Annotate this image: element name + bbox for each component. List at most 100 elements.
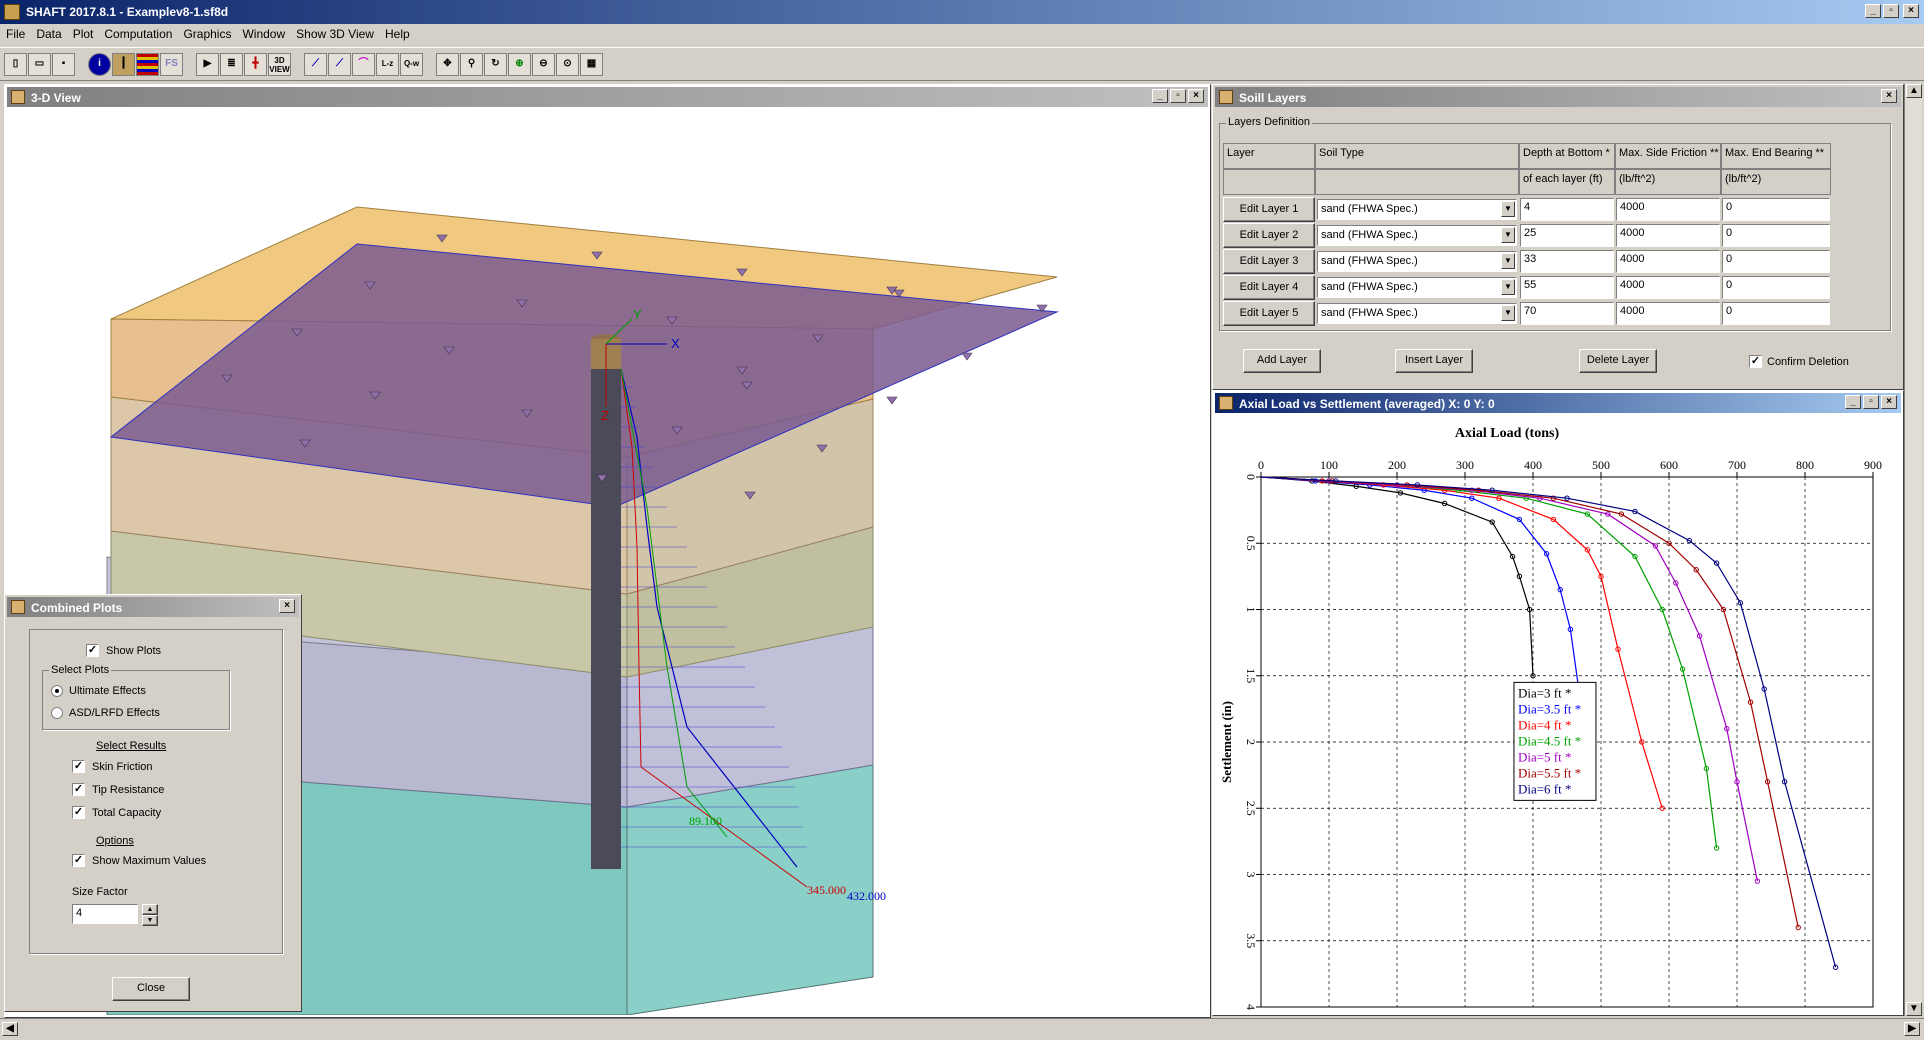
chevron-down-icon[interactable]: ▼	[1501, 227, 1515, 243]
side-friction-input-3[interactable]: 4000	[1616, 250, 1720, 273]
edit-layer-1-button[interactable]: Edit Layer 1	[1223, 197, 1315, 222]
edit-layer-3-button[interactable]: Edit Layer 3	[1223, 249, 1315, 274]
show-max-checkbox[interactable]: ✓	[72, 854, 85, 867]
end-bearing-input-4[interactable]: 0	[1722, 276, 1830, 299]
menu-file[interactable]: File	[0, 24, 30, 41]
size-down-button[interactable]: ▼	[142, 915, 158, 926]
edit-layer-2-button[interactable]: Edit Layer 2	[1223, 223, 1315, 248]
menu-bar: File Data Plot Computation Graphics Window Sho…	[0, 24, 1924, 45]
delete-layer-button[interactable]: Delete Layer	[1579, 349, 1657, 373]
pile-icon[interactable]: ╋	[244, 53, 267, 76]
end-bearing-input-5[interactable]: 0	[1722, 302, 1830, 325]
zoom-fit-icon[interactable]: ⊙	[556, 53, 579, 76]
chevron-down-icon[interactable]: ▼	[1501, 253, 1515, 269]
chart-close-button[interactable]: ×	[1881, 395, 1897, 409]
ultimate-radio[interactable]	[51, 685, 63, 697]
soil-type-select-3[interactable]: sand (FHWA Spec.) ▼	[1317, 251, 1517, 272]
menu-help[interactable]: Help	[379, 24, 415, 41]
report-icon[interactable]: ≣	[220, 53, 243, 76]
soil-type-select-4[interactable]: sand (FHWA Spec.) ▼	[1317, 277, 1517, 298]
3d-view-icon[interactable]: 3D VIEW	[268, 53, 291, 76]
fs-icon[interactable]: FS	[160, 53, 183, 76]
close-app-button[interactable]: ×	[1903, 4, 1919, 18]
soil-type-select-1[interactable]: sand (FHWA Spec.) ▼	[1317, 199, 1517, 220]
soil-close-button[interactable]: ×	[1881, 89, 1897, 103]
save-icon[interactable]: ▪	[52, 53, 75, 76]
side-friction-input-1[interactable]: 4000	[1616, 198, 1720, 221]
load-settlement-chart[interactable]: 0 100 200 300 400 500 600 700 800 900 0 0.5 1 1.5 2 2.5…	[1215, 415, 1901, 1013]
layers-icon[interactable]	[136, 53, 159, 76]
size-factor-input[interactable]: 4	[72, 904, 138, 924]
end-bearing-input-1[interactable]: 0	[1722, 198, 1830, 221]
menu-window[interactable]: Window	[236, 24, 290, 41]
chart-minimize-button[interactable]: _	[1845, 395, 1861, 409]
scroll-right-button[interactable]: ▶	[1904, 1022, 1920, 1036]
side-friction-input-5[interactable]: 4000	[1616, 302, 1720, 325]
scroll-up-button[interactable]: ▲	[1906, 84, 1922, 98]
edit-layer-4-button[interactable]: Edit Layer 4	[1223, 275, 1315, 300]
depth-input-5[interactable]: 70	[1520, 302, 1614, 325]
run-icon[interactable]: ▶	[196, 53, 219, 76]
depth-input-3[interactable]: 33	[1520, 250, 1614, 273]
side-friction-input-4[interactable]: 4000	[1616, 276, 1720, 299]
info-icon[interactable]: i	[88, 53, 111, 76]
3d-maximize-button[interactable]: ▫	[1170, 89, 1186, 103]
menu-graphics[interactable]: Graphics	[177, 24, 236, 41]
total-capacity-checkbox[interactable]: ✓	[72, 806, 85, 819]
red-max-value: 345.000	[807, 883, 846, 897]
scroll-down-button[interactable]: ▼	[1906, 1002, 1922, 1016]
menu-data[interactable]: Data	[30, 24, 66, 41]
grid-icon[interactable]: ▦	[580, 53, 603, 76]
y-tick-label: 0	[1244, 474, 1258, 480]
edit-layer-5-button[interactable]: Edit Layer 5	[1223, 301, 1315, 326]
soil-type-select-5[interactable]: sand (FHWA Spec.) ▼	[1317, 303, 1517, 324]
asd-radio[interactable]	[51, 707, 63, 719]
chart-maximize-button[interactable]: ▫	[1863, 395, 1879, 409]
zoom-in-icon[interactable]: ⊕	[508, 53, 531, 76]
soil-type-select-2[interactable]: sand (FHWA Spec.) ▼	[1317, 225, 1517, 246]
zoom-out-icon[interactable]: ⊖	[532, 53, 555, 76]
plot1-icon[interactable]: ⟋	[304, 53, 327, 76]
zoom-icon[interactable]: ⚲	[460, 53, 483, 76]
add-layer-button[interactable]: Add Layer	[1243, 349, 1321, 373]
load-plot-icon[interactable]: Q-w	[400, 53, 423, 76]
end-bearing-input-2[interactable]: 0	[1722, 224, 1830, 247]
minimize-button[interactable]: _	[1865, 4, 1881, 18]
new-file-icon[interactable]: ▯	[4, 53, 27, 76]
unit-1	[1315, 169, 1519, 195]
depth-input-2[interactable]: 25	[1520, 224, 1614, 247]
3d-minimize-button[interactable]: _	[1152, 89, 1168, 103]
close-button[interactable]: Close	[112, 977, 190, 1001]
menu-computation[interactable]: Computation	[98, 24, 177, 41]
rotate-icon[interactable]: ↻	[484, 53, 507, 76]
show-plots-checkbox[interactable]: ✓	[86, 644, 99, 657]
depth-input-1[interactable]: 4	[1520, 198, 1614, 221]
chevron-down-icon[interactable]: ▼	[1501, 305, 1515, 321]
plot2-icon[interactable]: ⟋	[328, 53, 351, 76]
side-friction-input-2[interactable]: 4000	[1616, 224, 1720, 247]
move-icon[interactable]: ✥	[436, 53, 459, 76]
soil-icon[interactable]: ┃	[112, 53, 135, 76]
lz-plot-icon[interactable]: L-z	[376, 53, 399, 76]
tip-resistance-checkbox[interactable]: ✓	[72, 783, 85, 796]
depth-input-4[interactable]: 55	[1520, 276, 1614, 299]
chevron-down-icon[interactable]: ▼	[1501, 201, 1515, 217]
insert-layer-button[interactable]: Insert Layer	[1395, 349, 1473, 373]
menu-show-3d-view[interactable]: Show 3D View	[290, 24, 379, 41]
size-up-button[interactable]: ▲	[142, 904, 158, 915]
open-file-icon[interactable]: ▭	[28, 53, 51, 76]
horizontal-scrollbar[interactable]: ◀ ▶	[0, 1018, 1924, 1040]
y-tick-label: 3.5	[1244, 933, 1258, 948]
menu-plot[interactable]: Plot	[67, 24, 99, 41]
end-bearing-input-3[interactable]: 0	[1722, 250, 1830, 273]
plot3-icon[interactable]: ⌒	[352, 53, 375, 76]
vertical-scrollbar[interactable]: ▲ ▼	[1904, 84, 1922, 1016]
restore-button[interactable]: ▫	[1883, 4, 1899, 18]
y-axis-title: Settlement (in)	[1219, 701, 1234, 783]
scroll-left-button[interactable]: ◀	[2, 1022, 18, 1036]
combined-close-x-button[interactable]: ×	[279, 599, 295, 613]
confirm-deletion-checkbox[interactable]: ✓	[1749, 355, 1762, 368]
chevron-down-icon[interactable]: ▼	[1501, 279, 1515, 295]
skin-friction-checkbox[interactable]: ✓	[72, 760, 85, 773]
3d-close-button[interactable]: ×	[1188, 89, 1204, 103]
